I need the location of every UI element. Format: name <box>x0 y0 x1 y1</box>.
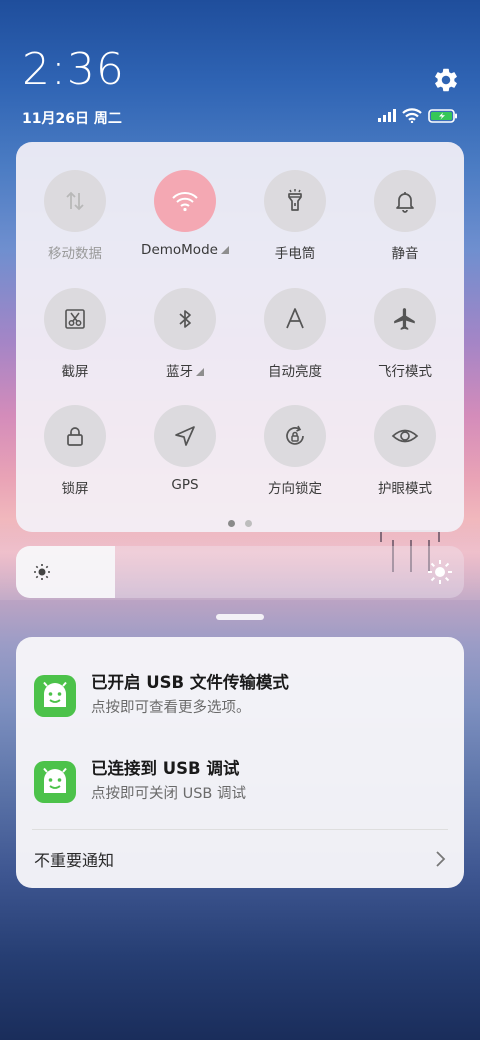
notification-subtitle: 点按即可关闭 USB 调试 <box>91 786 246 802</box>
tile-label: 护眼模式 <box>378 481 432 497</box>
tile-lock-screen[interactable]: 锁屏 <box>25 405 125 497</box>
divider <box>32 829 448 830</box>
tile-label: 截屏 <box>61 364 89 380</box>
brightness-low-icon <box>34 564 50 580</box>
lock-icon <box>44 405 106 467</box>
signal-icon <box>378 109 396 122</box>
auto-brightness-icon <box>264 288 326 350</box>
airplane-icon <box>374 288 436 350</box>
tile-label: 蓝牙 <box>166 364 193 380</box>
wifi-icon <box>154 170 216 232</box>
status-icons <box>378 108 458 123</box>
notification-usb-transfer[interactable]: 已开启 USB 文件传输模式 点按即可查看更多选项。 <box>16 663 464 733</box>
tile-bluetooth[interactable]: 蓝牙 <box>135 288 235 380</box>
notification-subtitle: 点按即可查看更多选项。 <box>91 700 251 716</box>
tile-label: 锁屏 <box>61 481 89 497</box>
chevron-right-icon[interactable] <box>434 849 448 869</box>
tile-airplane[interactable]: 飞行模式 <box>355 288 455 380</box>
expand-triangle-icon <box>196 368 204 376</box>
android-usb-icon <box>34 675 76 717</box>
flashlight-icon <box>264 170 326 232</box>
brightness-high-icon <box>428 560 452 584</box>
tile-mute[interactable]: 静音 <box>355 170 455 262</box>
screenshot-icon <box>44 288 106 350</box>
tile-label-wrap: 蓝牙 <box>135 360 235 380</box>
tile-label: 静音 <box>391 246 419 262</box>
tile-mobile-data[interactable]: 移动数据 <box>25 170 125 262</box>
wifi-icon <box>402 108 422 123</box>
tile-label: GPS <box>171 477 199 493</box>
tile-auto-brightness[interactable]: 自动亮度 <box>245 288 345 380</box>
mobile-data-icon <box>44 170 106 232</box>
android-usb-icon <box>34 761 76 803</box>
tile-label-wrap: DemoMode <box>135 242 235 258</box>
notification-title: 已开启 USB 文件传输模式 <box>91 673 289 692</box>
tile-label: DemoMode <box>141 242 218 258</box>
location-icon <box>154 405 216 467</box>
page-indicator <box>16 520 464 527</box>
battery-charging-icon <box>428 108 457 123</box>
drag-handle[interactable] <box>216 614 264 620</box>
tile-label: 方向锁定 <box>268 481 322 497</box>
notification-usb-debugging[interactable]: 已连接到 USB 调试 点按即可关闭 USB 调试 <box>16 749 464 819</box>
tile-wifi[interactable]: DemoMode <box>135 170 235 258</box>
tile-flashlight[interactable]: 手电筒 <box>245 170 345 262</box>
tile-label: 自动亮度 <box>268 364 322 380</box>
date[interactable]: 11月26日 周二 <box>22 108 122 128</box>
page-dot <box>245 520 252 527</box>
unimportant-notifications-link[interactable]: 不重要通知 <box>34 847 114 871</box>
tile-eye-care[interactable]: 护眼模式 <box>355 405 455 497</box>
page-dot-active <box>228 520 235 527</box>
gear-icon[interactable] <box>432 66 460 94</box>
tile-rotation-lock[interactable]: 方向锁定 <box>245 405 345 497</box>
notification-card: 已开启 USB 文件传输模式 点按即可查看更多选项。 已连接到 USB 调试 点… <box>16 637 464 888</box>
tile-label: 手电筒 <box>274 246 316 262</box>
brightness-slider[interactable] <box>16 546 464 598</box>
clock[interactable]: 2:36 <box>22 48 125 92</box>
quick-settings-panel: 移动数据 DemoMode 手电筒 静音 截屏 蓝牙 自动亮度 飞行模式 锁屏 … <box>16 142 464 532</box>
tile-label: 移动数据 <box>48 246 102 262</box>
brightness-fill <box>16 546 115 598</box>
expand-triangle-icon <box>220 246 229 254</box>
tile-label: 飞行模式 <box>378 364 432 380</box>
bluetooth-icon <box>154 288 216 350</box>
notification-title: 已连接到 USB 调试 <box>91 759 240 778</box>
bell-icon <box>374 170 436 232</box>
rotation-lock-icon <box>264 405 326 467</box>
tile-gps[interactable]: GPS <box>135 405 235 493</box>
eye-icon <box>374 405 436 467</box>
tile-screenshot[interactable]: 截屏 <box>25 288 125 380</box>
